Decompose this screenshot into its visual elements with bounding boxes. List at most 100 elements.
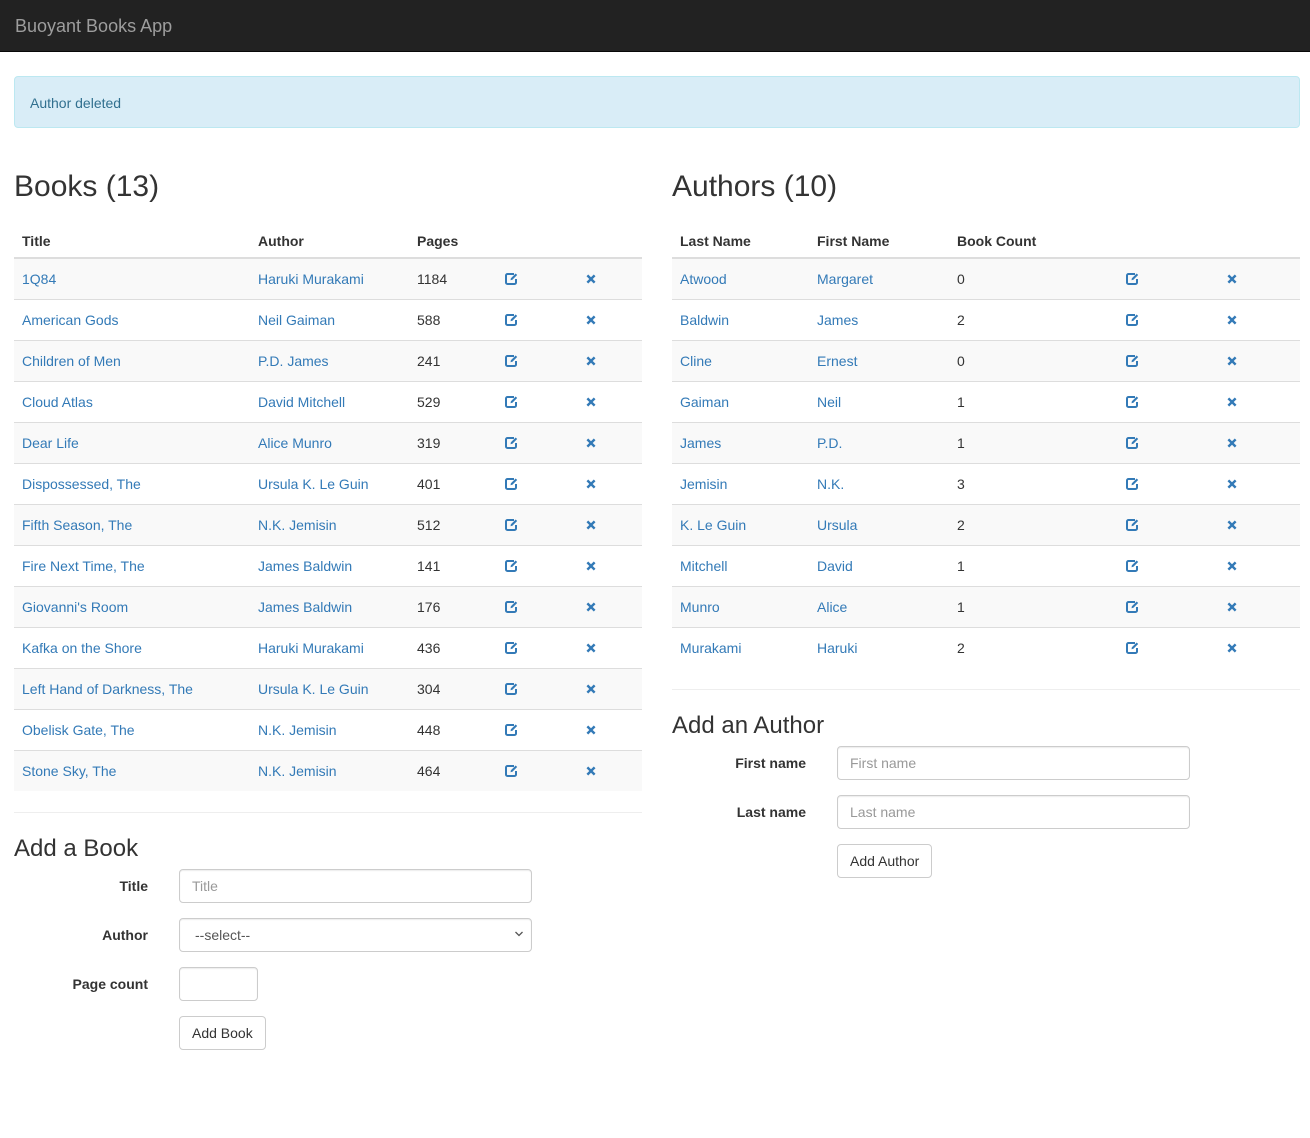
author-first-name-link[interactable]: David: [817, 558, 853, 574]
author-first-name-link[interactable]: Margaret: [817, 271, 873, 287]
author-last-name-link[interactable]: Munro: [680, 599, 720, 615]
title-input[interactable]: [179, 869, 532, 903]
delete-icon[interactable]: [583, 640, 599, 656]
delete-icon[interactable]: [583, 271, 599, 287]
author-first-name-link[interactable]: Ernest: [817, 353, 857, 369]
edit-icon[interactable]: [1124, 558, 1140, 574]
author-last-name-link[interactable]: Cline: [680, 353, 712, 369]
edit-icon[interactable]: [503, 640, 519, 656]
last-name-input[interactable]: [837, 795, 1190, 829]
book-author-link[interactable]: N.K. Jemisin: [258, 517, 337, 533]
edit-icon[interactable]: [1124, 599, 1140, 615]
book-title-link[interactable]: Left Hand of Darkness, The: [22, 681, 193, 697]
delete-icon[interactable]: [1224, 394, 1240, 410]
author-last-name-link[interactable]: Murakami: [680, 640, 741, 656]
delete-icon[interactable]: [583, 599, 599, 615]
delete-icon[interactable]: [583, 394, 599, 410]
author-last-name-link[interactable]: Atwood: [680, 271, 727, 287]
book-title-link[interactable]: Dispossessed, The: [22, 476, 141, 492]
book-author-link[interactable]: Neil Gaiman: [258, 312, 335, 328]
book-author-link[interactable]: James Baldwin: [258, 599, 352, 615]
edit-icon[interactable]: [503, 558, 519, 574]
delete-icon[interactable]: [583, 435, 599, 451]
author-last-name-link[interactable]: Jemisin: [680, 476, 727, 492]
delete-icon[interactable]: [1224, 476, 1240, 492]
author-first-name-link[interactable]: James: [817, 312, 858, 328]
book-author-link[interactable]: N.K. Jemisin: [258, 763, 337, 779]
book-author-link[interactable]: Ursula K. Le Guin: [258, 476, 369, 492]
edit-icon[interactable]: [503, 599, 519, 615]
book-author-link[interactable]: Alice Munro: [258, 435, 332, 451]
author-first-name-link[interactable]: N.K.: [817, 476, 844, 492]
delete-icon[interactable]: [583, 558, 599, 574]
delete-icon[interactable]: [583, 763, 599, 779]
edit-icon[interactable]: [503, 435, 519, 451]
edit-icon[interactable]: [1124, 476, 1140, 492]
book-author-link[interactable]: Haruki Murakami: [258, 271, 364, 287]
author-first-name-link[interactable]: P.D.: [817, 435, 842, 451]
book-title-link[interactable]: Giovanni's Room: [22, 599, 128, 615]
edit-icon[interactable]: [1124, 394, 1140, 410]
edit-icon[interactable]: [1124, 271, 1140, 287]
book-author-link[interactable]: Haruki Murakami: [258, 640, 364, 656]
author-first-name-link[interactable]: Haruki: [817, 640, 857, 656]
edit-icon[interactable]: [503, 763, 519, 779]
book-title-link[interactable]: Fire Next Time, The: [22, 558, 145, 574]
book-title-link[interactable]: Children of Men: [22, 353, 121, 369]
book-author-link[interactable]: David Mitchell: [258, 394, 345, 410]
book-author-link[interactable]: N.K. Jemisin: [258, 722, 337, 738]
edit-icon[interactable]: [503, 681, 519, 697]
edit-icon[interactable]: [1124, 353, 1140, 369]
edit-icon[interactable]: [503, 722, 519, 738]
author-last-name-link[interactable]: Baldwin: [680, 312, 729, 328]
author-last-name-link[interactable]: Gaiman: [680, 394, 729, 410]
book-title-link[interactable]: Stone Sky, The: [22, 763, 116, 779]
author-first-name-link[interactable]: Ursula: [817, 517, 857, 533]
book-author-link[interactable]: P.D. James: [258, 353, 329, 369]
delete-icon[interactable]: [1224, 271, 1240, 287]
author-last-name-link[interactable]: K. Le Guin: [680, 517, 746, 533]
author-first-name-link[interactable]: Neil: [817, 394, 841, 410]
delete-icon[interactable]: [1224, 435, 1240, 451]
add-book-button[interactable]: Add Book: [179, 1016, 266, 1050]
edit-icon[interactable]: [503, 353, 519, 369]
delete-icon[interactable]: [583, 476, 599, 492]
delete-icon[interactable]: [583, 681, 599, 697]
edit-icon[interactable]: [503, 476, 519, 492]
delete-icon[interactable]: [1224, 640, 1240, 656]
book-title-link[interactable]: 1Q84: [22, 271, 56, 287]
book-title-link[interactable]: Kafka on the Shore: [22, 640, 142, 656]
book-title-link[interactable]: American Gods: [22, 312, 118, 328]
author-last-name-link[interactable]: Mitchell: [680, 558, 727, 574]
add-author-button[interactable]: Add Author: [837, 844, 933, 878]
book-title-link[interactable]: Fifth Season, The: [22, 517, 132, 533]
author-last-name-link[interactable]: James: [680, 435, 721, 451]
book-author-link[interactable]: James Baldwin: [258, 558, 352, 574]
delete-icon[interactable]: [1224, 599, 1240, 615]
book-title-link[interactable]: Obelisk Gate, The: [22, 722, 135, 738]
first-name-input[interactable]: [837, 746, 1190, 780]
edit-icon[interactable]: [503, 394, 519, 410]
edit-icon[interactable]: [1124, 312, 1140, 328]
delete-icon[interactable]: [583, 353, 599, 369]
edit-icon[interactable]: [503, 271, 519, 287]
page-count-input[interactable]: [179, 967, 258, 1001]
edit-icon[interactable]: [1124, 517, 1140, 533]
edit-icon[interactable]: [1124, 435, 1140, 451]
app-brand[interactable]: Buoyant Books App: [15, 16, 172, 36]
author-select[interactable]: --select--: [179, 918, 532, 952]
delete-icon[interactable]: [583, 517, 599, 533]
delete-icon[interactable]: [1224, 558, 1240, 574]
delete-icon[interactable]: [583, 722, 599, 738]
book-title-link[interactable]: Dear Life: [22, 435, 79, 451]
edit-icon[interactable]: [503, 517, 519, 533]
delete-icon[interactable]: [583, 312, 599, 328]
delete-icon[interactable]: [1224, 517, 1240, 533]
edit-icon[interactable]: [1124, 640, 1140, 656]
delete-icon[interactable]: [1224, 353, 1240, 369]
author-first-name-link[interactable]: Alice: [817, 599, 847, 615]
edit-icon[interactable]: [503, 312, 519, 328]
delete-icon[interactable]: [1224, 312, 1240, 328]
book-title-link[interactable]: Cloud Atlas: [22, 394, 93, 410]
book-author-link[interactable]: Ursula K. Le Guin: [258, 681, 369, 697]
